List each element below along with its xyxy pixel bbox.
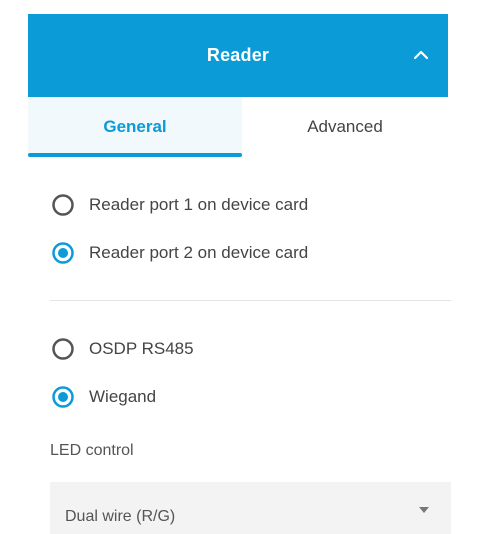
radio-unchecked-icon[interactable] [52,338,74,360]
led-control-select[interactable]: Dual wire (R/G) [50,482,451,534]
radio-label: Wiegand [89,387,157,406]
tab-label: Advanced [307,117,383,136]
led-control-label: LED control [50,442,134,459]
radio-label: OSDP RS485 [89,339,194,358]
chevron-up-icon[interactable] [410,44,432,66]
tab-bar: General Advanced [28,97,448,157]
select-value: Dual wire (R/G) [65,508,176,525]
reader-panel: Reader General Advanced Reader port 1 on… [28,14,451,534]
active-tab-indicator [28,153,242,157]
tab-general[interactable]: General [28,97,242,157]
radio-reader-port-2[interactable]: Reader port 2 on device card [52,242,308,264]
radio-checked-icon[interactable] [52,242,74,264]
radio-unchecked-icon[interactable] [52,194,74,216]
radio-label: Reader port 1 on device card [89,195,309,214]
radio-label: Reader port 2 on device card [89,243,309,262]
caret-down-icon[interactable] [419,507,429,513]
tab-label: General [103,117,167,136]
reader-section-header[interactable]: Reader [28,14,448,97]
radio-osdp-rs485[interactable]: OSDP RS485 [52,338,194,360]
tab-advanced[interactable]: Advanced [242,97,448,157]
section-title: Reader [206,45,270,65]
radio-wiegand[interactable]: Wiegand [52,386,156,408]
radio-reader-port-1[interactable]: Reader port 1 on device card [52,194,308,216]
radio-checked-icon[interactable] [52,386,74,408]
section-divider [50,300,451,301]
